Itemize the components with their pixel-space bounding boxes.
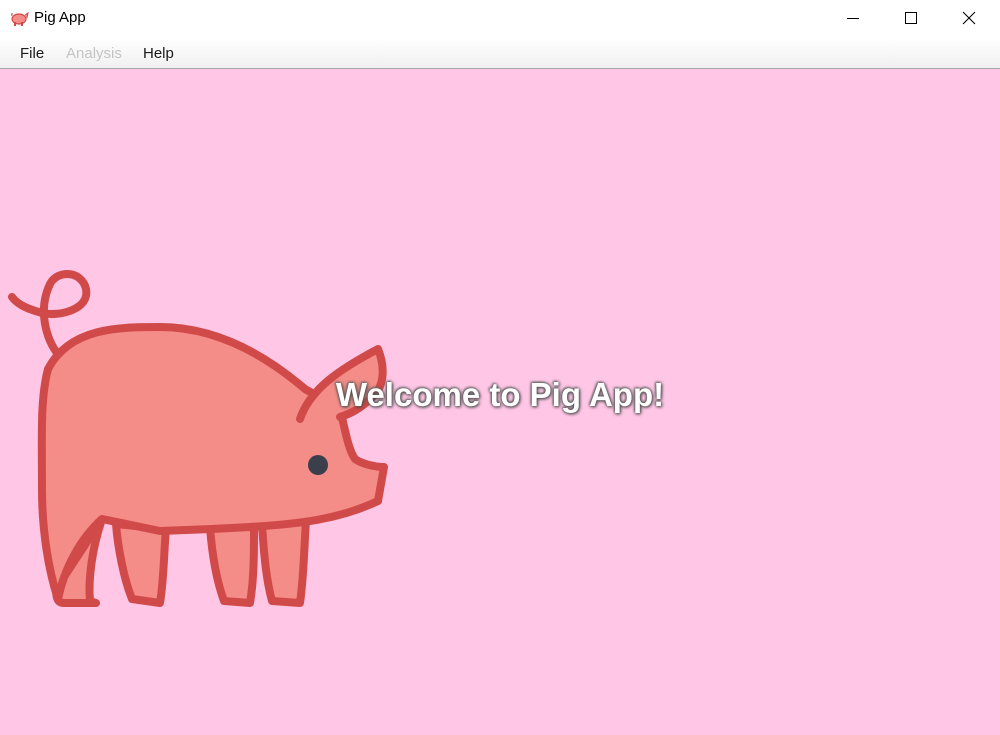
maximize-icon — [905, 12, 917, 24]
menu-help[interactable]: Help — [143, 45, 174, 62]
close-icon — [962, 11, 976, 25]
main-content: Welcome to Pig App! — [0, 69, 1000, 735]
pig-eye — [308, 455, 328, 475]
pig-leg — [258, 517, 310, 607]
menu-file[interactable]: File — [20, 45, 44, 62]
maximize-button[interactable] — [882, 0, 940, 36]
menu-bar: File Analysis Help — [0, 38, 1000, 69]
close-button[interactable] — [940, 0, 998, 36]
title-bar: Pig App — [0, 0, 1000, 38]
welcome-heading: Welcome to Pig App! — [335, 376, 665, 413]
minimize-icon — [847, 18, 859, 19]
menu-analysis: Analysis — [66, 45, 122, 62]
minimize-button[interactable] — [824, 0, 882, 36]
window-title: Pig App — [34, 9, 86, 26]
pig-icon — [11, 11, 29, 26]
pig-illustration — [8, 270, 388, 607]
pig-leg — [112, 520, 170, 607]
pig-leg — [206, 523, 258, 607]
